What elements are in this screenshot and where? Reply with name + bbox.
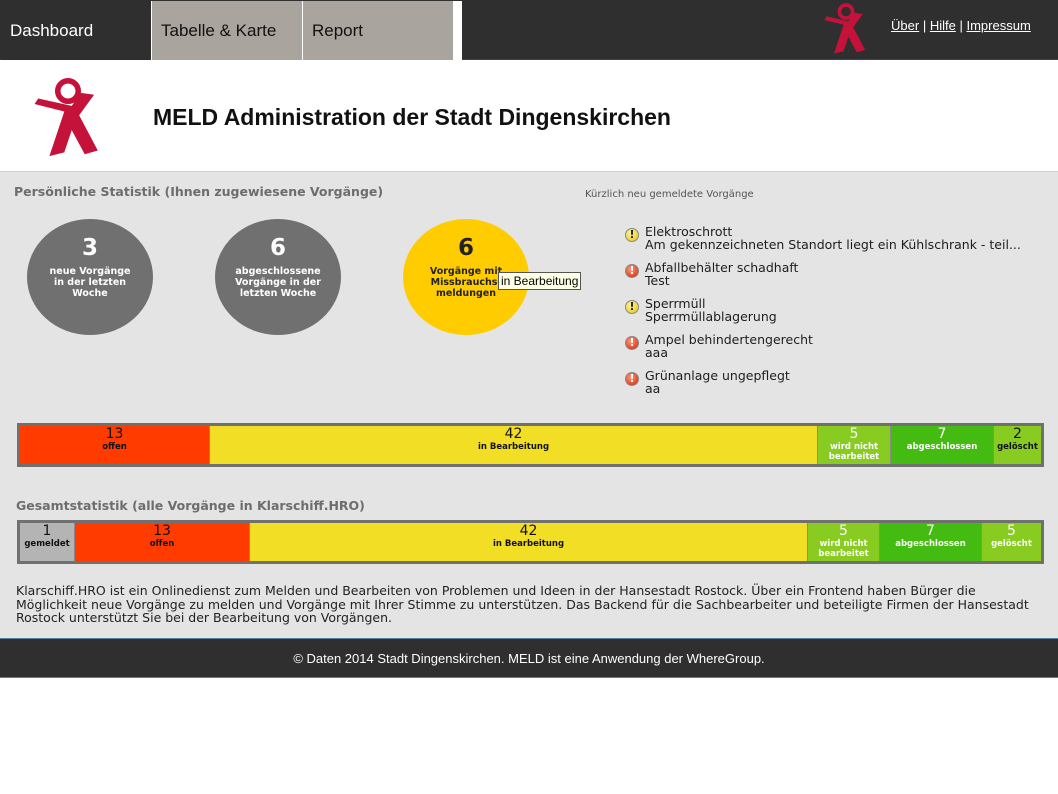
stat-value: 6 [269, 235, 286, 261]
item-title: Abfallbehälter schadhaft [645, 260, 799, 275]
item-detail: Test [645, 273, 670, 288]
segment-value: 42 [519, 523, 538, 539]
item-title: Ampel behindertengerecht [645, 332, 813, 347]
segment-label: gelöscht [997, 442, 1038, 452]
segment-label: offen [149, 539, 175, 549]
segment-label: abgeschlossen [895, 539, 966, 549]
item-detail: Sperrmüllablagerung [645, 309, 777, 324]
status-segment-in-bearbeitung[interactable]: 42 in Bearbeitung [250, 523, 808, 561]
list-item[interactable]: Ampel behindertengerecht aaa [624, 333, 1021, 369]
status-segment-abgeschlossen[interactable]: 7 abgeschlossen [880, 523, 982, 561]
tooltip: in Bearbeitung [498, 272, 582, 290]
list-item[interactable]: Grünanlage ungepflegt aa [624, 369, 1021, 405]
item-detail: aaa [645, 345, 668, 360]
link-ueber[interactable]: Über [891, 18, 919, 33]
segment-label: wird nicht bearbeitet [828, 442, 880, 462]
recent-items-list: Elektroschrott Am gekennzeichneten Stand… [624, 225, 1021, 405]
status-segment-offen[interactable]: 13 offen [20, 426, 210, 464]
personal-stats-title: Persönliche Statistik (Ihnen zugewiesene… [14, 184, 384, 199]
error-icon [625, 372, 639, 386]
error-icon [625, 264, 639, 278]
segment-value: 42 [504, 426, 523, 442]
top-links: Über | Hilfe | Impressum [891, 18, 1031, 33]
meld-logo-icon [824, 3, 866, 54]
item-detail: aa [645, 381, 661, 396]
segment-label: gemeldet [24, 539, 70, 549]
link-impressum[interactable]: Impressum [966, 18, 1030, 33]
tab-report[interactable]: Report [303, 1, 453, 60]
segment-value: 7 [937, 426, 947, 442]
stat-value: 3 [81, 235, 98, 261]
list-item[interactable]: Sperrmüll Sperrmüllablagerung [624, 297, 1021, 333]
stat-label: neue Vorgänge in der letzten Woche [49, 266, 131, 299]
segment-value: 5 [1007, 523, 1016, 539]
stat-label: abgeschlossene Vorgänge in der letzten W… [235, 266, 321, 299]
segment-label: gelöscht [991, 539, 1032, 549]
list-item[interactable]: Abfallbehälter schadhaft Test [624, 261, 1021, 297]
segment-label: in Bearbeitung [477, 442, 550, 452]
segment-value: 5 [849, 426, 859, 442]
page-footer: © Daten 2014 Stadt Dingenskirchen. MELD … [0, 638, 1058, 678]
service-description: Klarschiff.HRO ist ein Onlinedienst zum … [16, 583, 1029, 625]
tab-tabelle-karte[interactable]: Tabelle & Karte [152, 1, 302, 60]
segment-value: 13 [105, 426, 124, 442]
recent-items-title: Kürzlich neu gemeldete Vorgänge [585, 189, 754, 200]
top-nav: Dashboard Tabelle & Karte Report Über | … [0, 0, 1058, 60]
link-separator: | [959, 18, 963, 33]
segment-label: offen [102, 442, 127, 452]
segment-label: abgeschlossen [906, 442, 978, 452]
dashboard-content: Persönliche Statistik (Ihnen zugewiesene… [0, 171, 1058, 638]
stat-circle-closed[interactable]: 6 abgeschlossene Vorgänge in der letzten… [215, 219, 341, 335]
total-stats-title: Gesamtstatistik (alle Vorgänge in Klarsc… [16, 498, 365, 513]
link-hilfe[interactable]: Hilfe [930, 18, 956, 33]
status-segment-gemeldet[interactable]: 1 gemeldet [20, 523, 75, 561]
total-status-bar: 1 gemeldet 13 offen 42 in Bearbeitung 5 … [17, 520, 1044, 564]
status-segment-wird-nicht-bearbeitet[interactable]: 5 wird nicht bearbeitet [818, 426, 891, 464]
segment-label: wird nicht bearbeitet [818, 539, 869, 559]
warning-icon [625, 228, 639, 242]
stat-value: 6 [457, 235, 474, 261]
status-segment-geloescht[interactable]: 2 gelöscht [994, 426, 1041, 464]
status-segment-in-bearbeitung[interactable]: 42 in Bearbeitung [210, 426, 818, 464]
warning-icon [625, 300, 639, 314]
personal-status-bar: 13 offen 42 in Bearbeitung 5 wird nicht … [17, 423, 1044, 467]
meld-logo-icon [34, 78, 98, 157]
status-segment-abgeschlossen[interactable]: 7 abgeschlossen [891, 426, 994, 464]
segment-value: 1 [42, 523, 52, 539]
segment-label: in Bearbeitung [492, 539, 565, 549]
status-segment-wird-nicht-bearbeitet[interactable]: 5 wird nicht bearbeitet [808, 523, 880, 561]
item-title: Grünanlage ungepflegt [645, 368, 790, 383]
segment-value: 13 [153, 523, 171, 539]
segment-value: 2 [1013, 426, 1022, 442]
list-item[interactable]: Elektroschrott Am gekennzeichneten Stand… [624, 225, 1021, 261]
tab-dashboard[interactable]: Dashboard [1, 1, 151, 60]
item-detail: Am gekennzeichneten Standort liegt ein K… [645, 237, 1021, 252]
link-separator: | [922, 18, 927, 33]
page-title: MELD Administration der Stadt Dingenskir… [153, 104, 671, 130]
footer-text: © Daten 2014 Stadt Dingenskirchen. MELD … [293, 651, 765, 666]
page-header: MELD Administration der Stadt Dingenskir… [0, 60, 1058, 171]
stat-circle-new[interactable]: 3 neue Vorgänge in der letzten Woche [27, 219, 153, 335]
error-icon [625, 336, 639, 350]
tab-divider [453, 1, 462, 60]
segment-value: 7 [926, 523, 935, 539]
status-segment-geloescht[interactable]: 5 gelöscht [982, 523, 1041, 561]
status-segment-offen[interactable]: 13 offen [75, 523, 250, 561]
segment-value: 5 [839, 523, 848, 539]
